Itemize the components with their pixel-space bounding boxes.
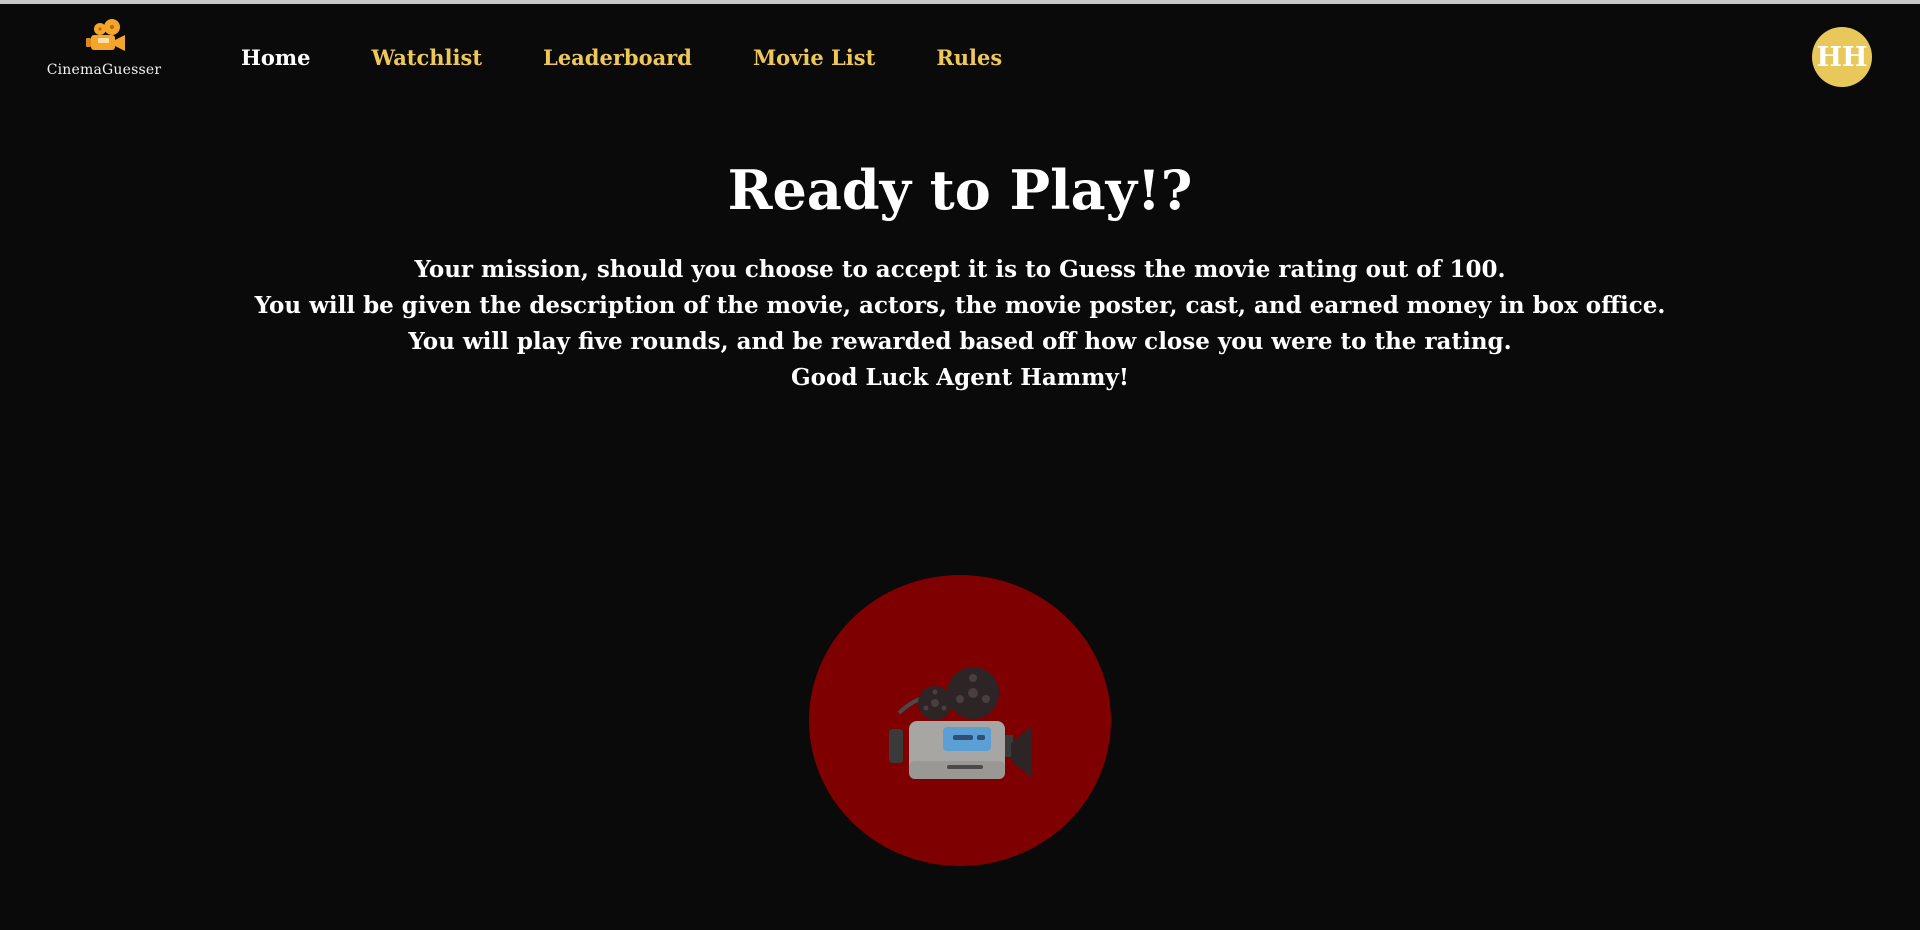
page: CinemaGuesser Home Watchlist Leaderboard… [0, 0, 1920, 930]
nav-link-watchlist[interactable]: Watchlist [371, 45, 482, 70]
brand-logo-link[interactable]: CinemaGuesser [44, 18, 164, 88]
user-avatar[interactable]: HH [1812, 27, 1872, 87]
nav-link-leaderboard[interactable]: Leaderboard [543, 45, 692, 70]
movie-camera-icon [86, 19, 125, 51]
mission-line-1: Your mission, should you choose to accep… [414, 256, 1506, 283]
mission-line-2: You will be given the description of the… [254, 292, 1666, 319]
mission-description: Your mission, should you choose to accep… [0, 252, 1920, 396]
nav-link-home[interactable]: Home [241, 45, 310, 70]
movie-camera-icon [889, 666, 1031, 779]
mission-line-3: You will play five rounds, and be reward… [408, 328, 1512, 355]
play-button[interactable] [809, 575, 1111, 866]
navbar: CinemaGuesser Home Watchlist Leaderboard… [0, 4, 1920, 104]
page-title: Ready to Play!? [727, 158, 1193, 222]
nav-link-movie-list[interactable]: Movie List [753, 45, 875, 70]
nav-links: Home Watchlist Leaderboard Movie List Ru… [241, 42, 1063, 72]
avatar-initials: HH [1816, 41, 1868, 73]
brand-name: CinemaGuesser [46, 62, 162, 78]
mission-line-4: Good Luck Agent Hammy! [791, 364, 1129, 391]
nav-link-rules[interactable]: Rules [936, 45, 1002, 70]
